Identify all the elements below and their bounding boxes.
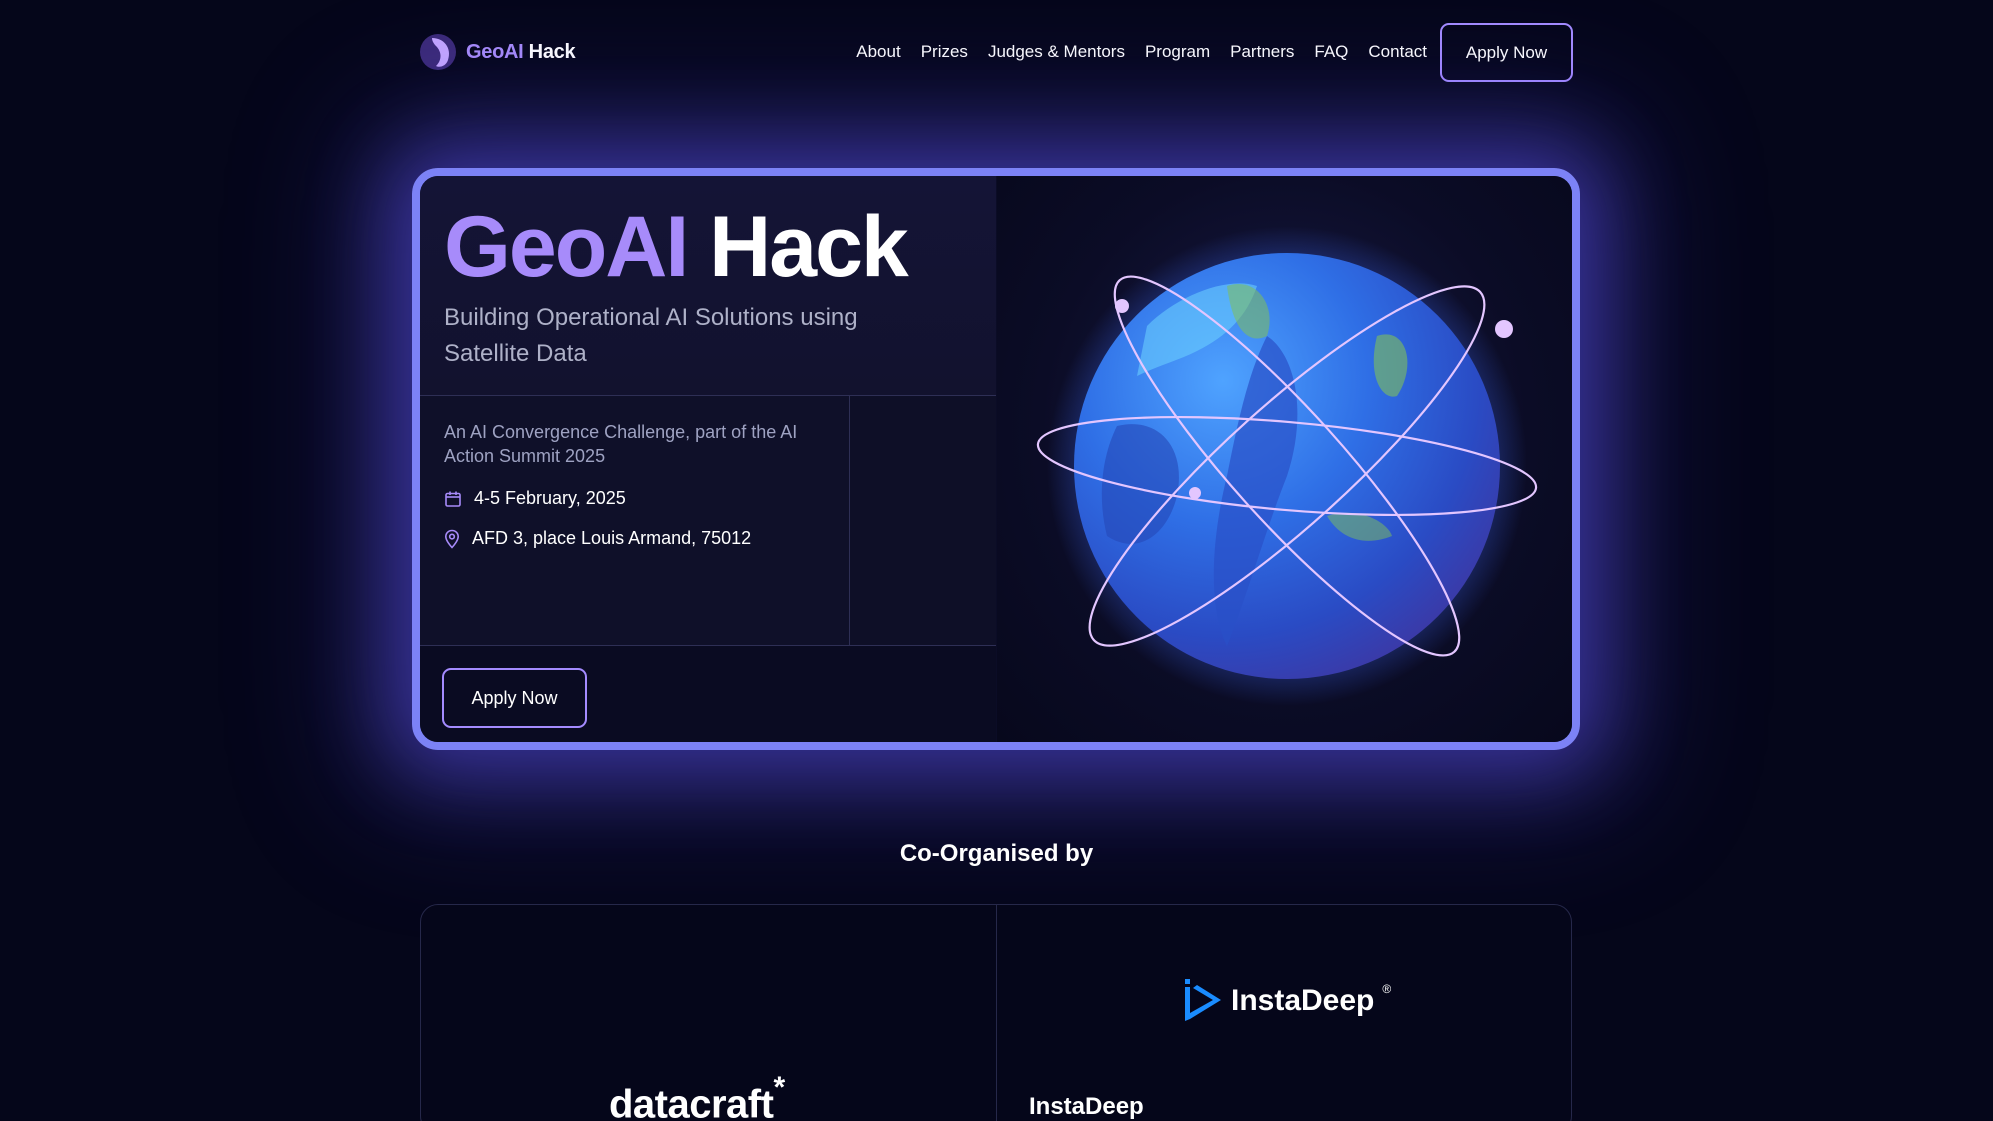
hero-title-hack: Hack: [709, 199, 909, 295]
nav-link-about[interactable]: About: [856, 42, 900, 62]
logo-text: GeoAI Hack: [466, 40, 576, 64]
hero-left-panel: GeoAI Hack Building Operational AI Solut…: [420, 176, 996, 742]
co-organisers-box: datacraft* InstaDeep ® InstaDeep: [420, 904, 1572, 1121]
nav-apply-button[interactable]: Apply Now: [1440, 23, 1573, 82]
satellite-dot-3: [1189, 487, 1201, 499]
satellite-dot-1: [1115, 299, 1129, 313]
hero-info-box: An AI Convergence Challenge, part of the…: [420, 396, 850, 646]
hero-apply-button[interactable]: Apply Now: [442, 668, 587, 728]
instadeep-reg-mark: ®: [1382, 982, 1392, 996]
nav-link-prizes[interactable]: Prizes: [921, 42, 968, 62]
top-navbar: GeoAI Hack About Prizes Judges & Mentors…: [0, 0, 1993, 106]
nav-link-partners[interactable]: Partners: [1230, 42, 1294, 62]
hero-title: GeoAI Hack: [444, 204, 909, 290]
event-date: 4-5 February, 2025: [474, 488, 626, 508]
event-location: AFD 3, place Louis Armand, 75012: [472, 528, 752, 548]
hero-subtitle: Building Operational AI Solutions using …: [444, 304, 858, 367]
instadeep-logo-text: InstaDeep: [1231, 984, 1375, 1017]
datacraft-logo-mark: *: [773, 1071, 785, 1104]
datacraft-logo[interactable]: datacraft*: [609, 1071, 785, 1121]
nav-link-judges-mentors[interactable]: Judges & Mentors: [988, 42, 1125, 62]
logo-geo: GeoAI: [466, 40, 524, 63]
instadeep-mark-icon: [1185, 979, 1221, 1021]
hero-info-side-cell: [850, 396, 996, 646]
geoai-logo-icon: [420, 34, 456, 70]
nav-link-contact[interactable]: Contact: [1368, 42, 1427, 62]
hero-title-box: GeoAI Hack Building Operational AI Solut…: [420, 176, 996, 396]
page: GeoAI Hack About Prizes Judges & Mentors…: [0, 0, 1993, 1121]
globe-illustration: [1036, 226, 1538, 706]
datacraft-logo-text: datacraft: [609, 1082, 774, 1121]
hero-card: GeoAI Hack Building Operational AI Solut…: [412, 168, 1580, 750]
satellite-dot-2: [1495, 320, 1513, 338]
instadeep-label: InstaDeep: [1029, 1093, 1144, 1120]
logo-hack: Hack: [528, 40, 576, 63]
site-logo[interactable]: GeoAI Hack: [418, 32, 576, 72]
nav-links: About Prizes Judges & Mentors Program Pa…: [856, 42, 1427, 62]
instadeep-logo[interactable]: InstaDeep ®: [1183, 979, 1391, 1023]
hero-image-panel: [997, 176, 1572, 742]
event-location-row: AFD 3, place Louis Armand, 75012: [444, 528, 751, 549]
co-organised-title: Co-Organised by: [899, 840, 1094, 867]
calendar-icon: [445, 491, 461, 507]
map-pin-icon: [444, 529, 460, 549]
event-date-row: 4-5 February, 2025: [444, 488, 626, 509]
nav-link-faq[interactable]: FAQ: [1314, 42, 1348, 62]
hero-title-geo: GeoAI: [444, 199, 689, 295]
nav-link-program[interactable]: Program: [1145, 42, 1210, 62]
hero-cta-box: Apply Now: [420, 646, 996, 742]
hero-description: An AI Convergence Challenge, part of the…: [444, 422, 798, 466]
co-divider: [996, 905, 997, 1121]
